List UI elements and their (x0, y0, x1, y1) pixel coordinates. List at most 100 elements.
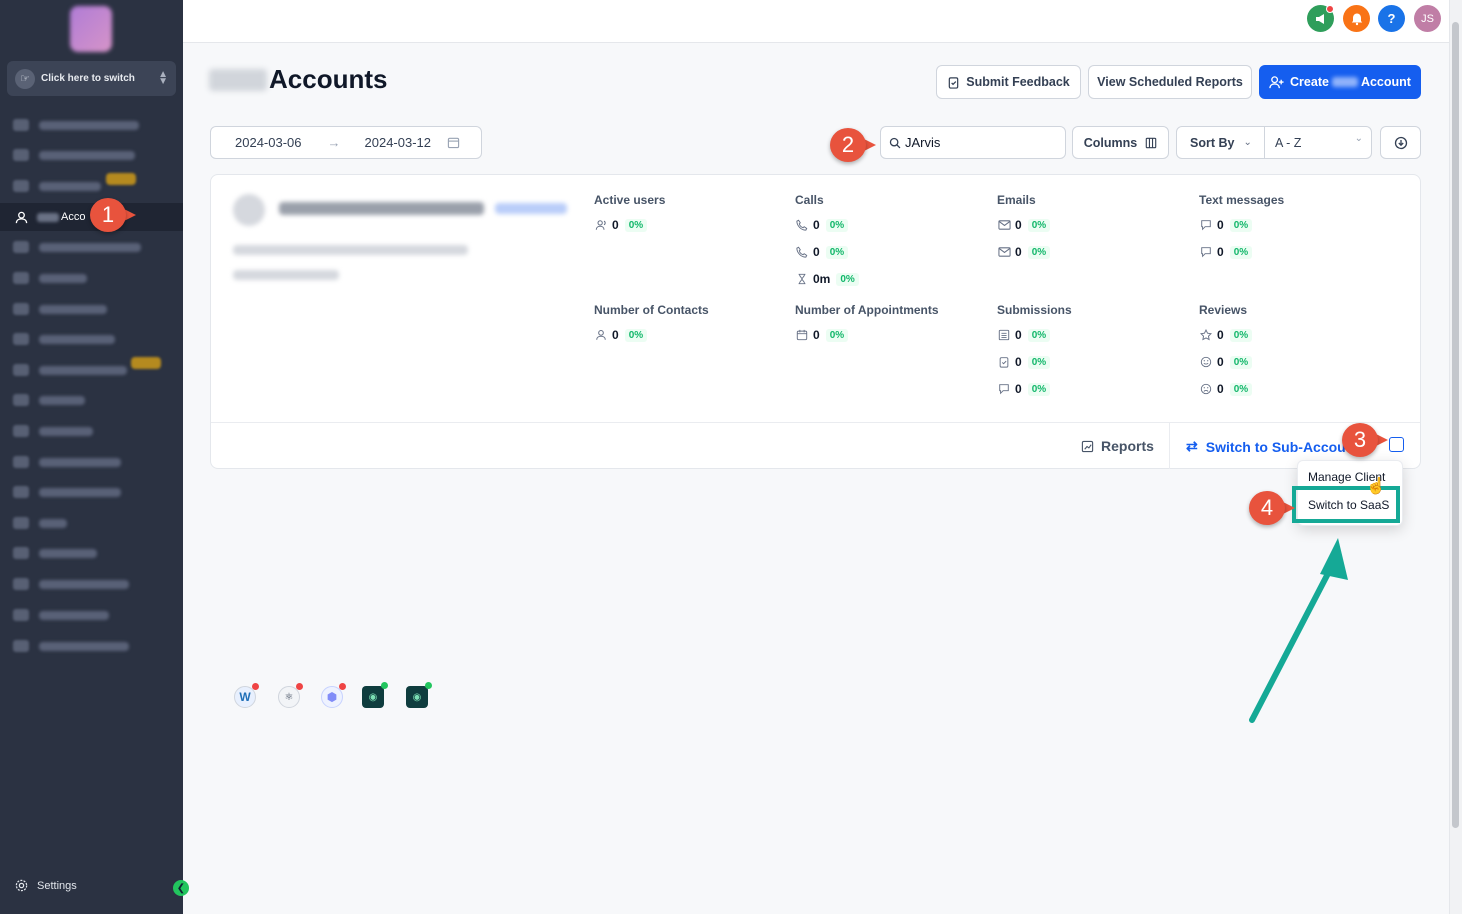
metric-row: 0 0% (1199, 328, 1253, 342)
metric-row: 0 0% (997, 382, 1051, 396)
reports-link[interactable]: Reports (1081, 438, 1154, 454)
switch-arrows-icon: ⇄ (1186, 438, 1198, 454)
sidebar-item-university[interactable] (0, 417, 183, 445)
account-switcher[interactable]: ☞ Click here to switch ▲ ▼ (7, 61, 176, 96)
account-avatar (233, 194, 265, 226)
annotation-arrow (1249, 538, 1348, 723)
sidebar-item-marketplace[interactable] (0, 295, 183, 323)
metric-row: 0 0% (795, 328, 849, 342)
sidebar-item-app-marketplace[interactable] (0, 570, 183, 598)
hand-cursor-icon: ☝ (1366, 478, 1386, 495)
prospect-icon (13, 180, 29, 192)
phone-outgoing-icon (795, 245, 809, 259)
topbar: ? JS (183, 0, 1449, 43)
metric-row: 0 0% (594, 328, 648, 342)
pointer-icon: ☞ (15, 68, 35, 89)
metric-row: 0m 0% (795, 272, 859, 286)
switch-to-sub-account-link[interactable]: ⇄ Switch to Sub-Accou (1186, 438, 1346, 455)
chevron-left-icon: ❮ (176, 882, 186, 894)
help-button[interactable]: ? (1378, 5, 1405, 32)
settings-label: Settings (37, 879, 77, 892)
sidebar-item-saas-configurator[interactable] (0, 141, 183, 169)
mail-icon (997, 218, 1011, 232)
message-incoming-icon (1199, 218, 1213, 232)
switcher-label: Click here to switch (41, 73, 135, 84)
dashboard-icon (13, 119, 29, 131)
search-icon (889, 137, 901, 148)
view-scheduled-reports-button[interactable]: View Scheduled Reports (1088, 65, 1252, 99)
sidebar-item-find-a-lead[interactable] (0, 601, 183, 629)
step-marker-3: 3 (1342, 423, 1388, 457)
date-to: 2024-03-12 (364, 135, 432, 150)
download-button[interactable] (1380, 126, 1421, 159)
metric-row: 0 0% (795, 245, 849, 259)
step-marker-1: 1 (90, 198, 136, 232)
frown-icon (1199, 382, 1213, 396)
sidebar-item-mobile-app[interactable] (0, 539, 183, 567)
search-field[interactable] (905, 135, 1045, 150)
metric-label: Calls (795, 193, 824, 207)
columns-button[interactable]: Columns (1072, 126, 1169, 159)
scrollbar-thumb[interactable] (1452, 22, 1459, 828)
user-icon (13, 209, 29, 225)
sort-value-select[interactable]: A - Z (1275, 136, 1301, 150)
sub-account-card: Active users 0 0% Calls 0 0% 0 0% 0m 0% … (210, 174, 1421, 708)
new-badge (106, 173, 136, 185)
sort-control[interactable]: Sort By ⌄ A - Z ⌄ (1176, 126, 1372, 159)
sidebar-item-partners[interactable] (0, 386, 183, 414)
date-range-picker[interactable]: 2024-03-06 → 2024-03-12 (210, 126, 482, 159)
user-icon (594, 328, 608, 342)
metric-row: 0 0% (997, 245, 1051, 259)
sidebar-item-agency-dashboard[interactable] (0, 111, 183, 139)
sidebar-item-settings[interactable]: Settings (14, 878, 77, 893)
announcements-button[interactable] (1307, 5, 1334, 32)
account-phone (233, 270, 339, 280)
sidebar: ☞ Click here to switch ▲ ▼ Acco Settings (0, 0, 183, 914)
help-icon: ? (1387, 11, 1396, 26)
bell-icon (1351, 13, 1362, 25)
wordpress-icon[interactable]: W (234, 683, 259, 708)
submit-feedback-button[interactable]: Submit Feedback (936, 65, 1081, 99)
sidebar-item-agency-analytics[interactable] (0, 632, 183, 660)
avatar[interactable]: JS (1414, 5, 1441, 32)
config-icon (13, 149, 29, 161)
agency-logo[interactable] (70, 6, 112, 52)
metric-row: 0 0% (997, 355, 1051, 369)
clipboard-check-icon (997, 355, 1011, 369)
sidebar-item-affiliate-portal[interactable] (0, 325, 183, 353)
download-circle-icon (1394, 136, 1407, 149)
account-name[interactable] (279, 202, 484, 215)
collapse-sidebar-button[interactable]: ❮ (173, 880, 189, 896)
menu-item-manage-client[interactable]: Manage Client (1298, 470, 1404, 484)
metric-row: 0 0% (997, 328, 1051, 342)
sidebar-item-saas-education[interactable] (0, 448, 183, 476)
step-marker-2: 2 (830, 128, 876, 162)
hourglass-icon (795, 272, 809, 286)
sidebar-item-ideas[interactable] (0, 509, 183, 537)
metric-row: 0 0% (594, 218, 648, 232)
sidebar-item-prospecting[interactable] (0, 172, 183, 200)
notifications-button[interactable] (1343, 5, 1370, 32)
sidebar-item-saas-fasttrack[interactable] (0, 478, 183, 506)
metric-label: Number of Appointments (795, 303, 939, 317)
app-icon-green[interactable]: ◉ (362, 682, 388, 708)
metric-label: Active users (594, 193, 666, 207)
account-link[interactable] (495, 203, 567, 214)
more-options-button[interactable] (1389, 437, 1404, 452)
search-input[interactable] (880, 126, 1066, 159)
create-account-button[interactable]: Create Account (1259, 65, 1421, 99)
phone-incoming-icon (795, 218, 809, 232)
account-address (233, 245, 468, 255)
metric-label: Text messages (1199, 193, 1285, 207)
sidebar-item-reselling[interactable] (0, 264, 183, 292)
integration-icon[interactable]: ⚛ (278, 683, 303, 708)
cube-icon[interactable]: ⬢ (321, 683, 346, 708)
metric-row: 0 0% (795, 218, 849, 232)
new-badge (131, 357, 161, 369)
updown-chevron-icon: ▲ ▼ (158, 69, 168, 87)
arrow-right-icon: → (327, 135, 341, 150)
app-icon-green-2[interactable]: ◉ (406, 682, 432, 708)
gear-icon (15, 879, 28, 892)
form-icon (997, 328, 1011, 342)
sidebar-item-account-snapshots[interactable] (0, 233, 183, 261)
